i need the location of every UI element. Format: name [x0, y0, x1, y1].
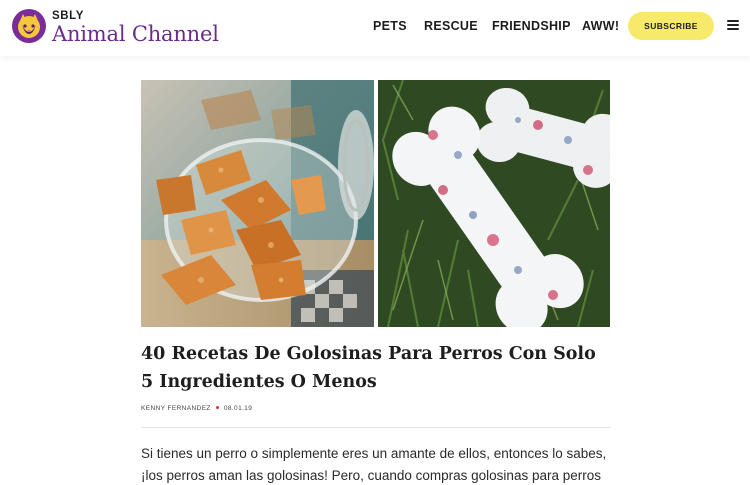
separator-dot [215, 406, 219, 410]
article-intro: Si tienes un perro o simplemente eres un… [141, 446, 607, 483]
frozen-bone-treats-image [378, 80, 610, 327]
article-title: 40 Recetas De Golosinas Para Perros Con … [141, 344, 596, 392]
brand-name: Animal Channel [52, 22, 219, 46]
author-name[interactable]: KENNY FERNANDEZ [141, 405, 211, 412]
article-byline: KENNY FERNANDEZ 08.01.19 [141, 405, 252, 412]
nav-rescue[interactable]: RESCUE [424, 19, 478, 33]
treats-jar-image [141, 80, 374, 327]
hamburger-menu-icon[interactable] [727, 20, 739, 30]
site-header: SBLY Animal Channel PETS RESCUE FRIENDSH… [0, 0, 750, 56]
subscribe-button[interactable]: SUBSCRIBE [628, 12, 714, 40]
nav-pets[interactable]: PETS [373, 19, 407, 33]
nav-aww[interactable]: AWW! [582, 19, 619, 33]
publish-date: 08.01.19 [223, 405, 253, 412]
nav-friendship[interactable]: FRIENDSHIP [492, 19, 571, 33]
brand-logo[interactable]: SBLY Animal Channel [52, 10, 219, 46]
cat-dog-logo-icon[interactable] [12, 9, 46, 43]
divider [141, 427, 611, 428]
brand-small-text: SBLY [52, 10, 85, 22]
